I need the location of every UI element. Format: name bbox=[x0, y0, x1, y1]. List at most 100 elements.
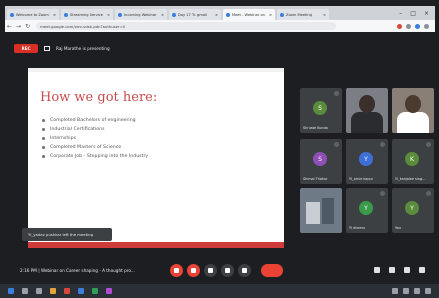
browser-tab[interactable]: Incoming Webinar × bbox=[115, 9, 167, 20]
tab-label: Incoming Webinar bbox=[124, 12, 157, 17]
menu-icon[interactable] bbox=[424, 23, 429, 29]
notification-icon[interactable] bbox=[425, 288, 431, 294]
recording-badge: REC bbox=[14, 44, 38, 53]
participant-name: Shruste Kunda bbox=[303, 126, 328, 130]
tab-label: Zoom Meeting bbox=[286, 12, 312, 17]
window-controls: – □ × bbox=[393, 10, 435, 17]
address-bar: ← → ↻ meet.google.com/xmr-vdsk-pdn?authu… bbox=[5, 20, 435, 32]
close-icon[interactable]: × bbox=[51, 13, 56, 17]
tab-favicon-icon bbox=[226, 12, 230, 17]
chat-icon[interactable] bbox=[404, 267, 410, 273]
leave-call-button[interactable] bbox=[261, 264, 283, 277]
video-person-shape bbox=[351, 112, 383, 133]
slide-bullet: Completed Masters of Science bbox=[42, 143, 148, 152]
present-icon bbox=[44, 45, 50, 51]
profile-avatar-icon[interactable] bbox=[415, 23, 420, 29]
tab-label: Meet - Webinar on bbox=[232, 12, 265, 17]
camera-off-icon[interactable] bbox=[187, 264, 200, 277]
start-icon[interactable] bbox=[8, 288, 14, 294]
file-explorer-icon[interactable] bbox=[50, 288, 56, 294]
app-icon[interactable] bbox=[106, 288, 112, 294]
screenshot-frame: Welcome to Zoom × Streaming Service × Inco… bbox=[0, 0, 439, 298]
mic-off-icon[interactable] bbox=[170, 264, 183, 277]
volume-icon[interactable] bbox=[403, 288, 409, 294]
tab-favicon-icon bbox=[64, 12, 68, 17]
participant-tile[interactable]: Y Yl dheeru bbox=[346, 188, 388, 233]
close-icon[interactable]: × bbox=[159, 13, 164, 17]
close-window-icon[interactable]: × bbox=[424, 10, 429, 17]
extension-icon[interactable] bbox=[397, 23, 402, 29]
participant-tile[interactable]: K Yl_kanjalee sing... bbox=[392, 139, 434, 184]
participant-name: Yl dheeru bbox=[349, 226, 366, 230]
search-icon[interactable] bbox=[22, 288, 28, 294]
slide-top-strip bbox=[28, 68, 284, 72]
close-icon[interactable]: × bbox=[267, 13, 272, 17]
minimize-icon[interactable]: – bbox=[399, 10, 402, 17]
slide-bullet: Corporate Job - Stepping into the Indust… bbox=[42, 152, 148, 161]
browser-tab[interactable]: Streaming Service × bbox=[61, 9, 113, 20]
slide-bullet: Industrial Certifications bbox=[42, 125, 148, 134]
extension-icon[interactable] bbox=[406, 23, 411, 29]
video-person-shape bbox=[397, 112, 429, 133]
browser-tab-strip: Welcome to Zoom × Streaming Service × Inco… bbox=[5, 6, 435, 20]
chrome-icon[interactable] bbox=[64, 288, 70, 294]
participant-tile-self[interactable]: Y You bbox=[392, 188, 434, 233]
avatar: Y bbox=[359, 201, 373, 215]
participant-tile[interactable]: S Shimal Thakur bbox=[300, 139, 342, 184]
participant-tile[interactable]: Y Yl_arnie kapur bbox=[346, 139, 388, 184]
presenting-text: Raj Marathe is presenting bbox=[56, 45, 110, 51]
slide-bullet: Internships bbox=[42, 134, 148, 143]
tab-favicon-icon bbox=[10, 12, 14, 17]
tab-label: Streaming Service bbox=[70, 12, 103, 17]
mic-muted-icon bbox=[426, 191, 431, 196]
meeting-control-bar: 2:16 PM | Webinar on Career shaping - A … bbox=[0, 260, 439, 282]
browser-tab[interactable]: Welcome to Zoom × bbox=[7, 9, 59, 20]
participant-name: Yl_kanjalee sing... bbox=[395, 177, 426, 181]
info-icon[interactable] bbox=[374, 267, 380, 273]
forward-icon[interactable]: → bbox=[14, 23, 23, 30]
close-icon[interactable]: × bbox=[105, 13, 110, 17]
activities-icon[interactable] bbox=[419, 267, 425, 273]
video-person-head bbox=[359, 95, 375, 113]
task-view-icon[interactable] bbox=[36, 288, 42, 294]
tab-favicon-icon bbox=[118, 12, 122, 17]
slide-bullet: Completed Bachelors of engineering bbox=[42, 116, 148, 125]
participant-video-tile[interactable] bbox=[346, 88, 388, 133]
participant-name: Shimal Thakur bbox=[303, 177, 328, 181]
participant-name: Yl_arnie kapur bbox=[349, 177, 374, 181]
people-icon[interactable] bbox=[389, 267, 395, 273]
browser-tab[interactable]: Zoom Meeting × bbox=[277, 9, 329, 20]
os-taskbar bbox=[0, 284, 439, 298]
raise-hand-icon[interactable] bbox=[221, 264, 234, 277]
presentation-slide: How we got here: Completed Bachelors of … bbox=[28, 68, 284, 248]
url-field[interactable]: meet.google.com/xmr-vdsk-pdn?authuser=0 bbox=[36, 22, 337, 30]
participant-video-tile[interactable] bbox=[392, 88, 434, 133]
presenting-banner: Raj Marathe is presenting bbox=[44, 43, 110, 53]
mic-muted-icon bbox=[334, 142, 339, 147]
participant-video-tile[interactable] bbox=[300, 188, 342, 233]
mic-muted-icon bbox=[334, 91, 339, 96]
back-icon[interactable]: ← bbox=[5, 23, 14, 30]
extensions-area bbox=[397, 23, 435, 29]
video-person-head bbox=[405, 95, 421, 113]
avatar: Y bbox=[359, 152, 373, 166]
video-shape bbox=[306, 202, 320, 224]
participant-tile[interactable]: S Shruste Kunda bbox=[300, 88, 342, 133]
captions-icon[interactable] bbox=[204, 264, 217, 277]
app-icon[interactable] bbox=[78, 288, 84, 294]
meeting-time-and-title: 2:16 PM | Webinar on Career shaping - A … bbox=[20, 268, 135, 273]
battery-icon[interactable] bbox=[414, 288, 420, 294]
tab-label: Day 17 Tr. gmail bbox=[178, 12, 208, 17]
network-icon[interactable] bbox=[392, 288, 398, 294]
browser-tab[interactable]: Day 17 Tr. gmail × bbox=[169, 9, 221, 20]
close-icon[interactable]: × bbox=[213, 13, 218, 17]
avatar: Y bbox=[405, 201, 419, 215]
tab-favicon-icon bbox=[172, 12, 176, 17]
browser-tab-active[interactable]: Meet - Webinar on × bbox=[223, 9, 275, 20]
reload-icon[interactable]: ↻ bbox=[23, 23, 32, 30]
app-icon[interactable] bbox=[92, 288, 98, 294]
maximize-icon[interactable]: □ bbox=[410, 10, 416, 17]
slide-bottom-bar bbox=[28, 242, 284, 248]
close-icon[interactable]: × bbox=[321, 13, 326, 17]
mic-muted-icon bbox=[380, 142, 385, 147]
